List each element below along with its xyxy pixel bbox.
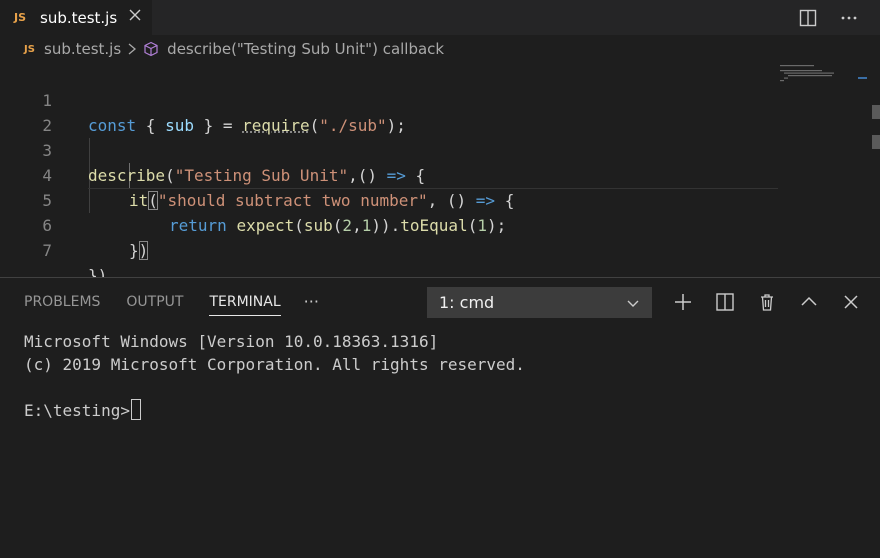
split-editor-icon[interactable] bbox=[798, 8, 818, 28]
javascript-file-icon: JS bbox=[24, 43, 35, 55]
new-terminal-icon[interactable] bbox=[668, 290, 698, 314]
javascript-file-icon: JS bbox=[14, 11, 27, 24]
terminal-line: (c) 2019 Microsoft Corporation. All righ… bbox=[24, 355, 525, 374]
code-line-1: 1 const { sub } = require("./sub"); bbox=[0, 63, 780, 135]
line-number: 7 bbox=[42, 241, 52, 260]
more-actions-icon[interactable] bbox=[839, 8, 859, 28]
breadcrumb-file[interactable]: sub.test.js bbox=[44, 40, 121, 58]
terminal-cursor bbox=[130, 399, 141, 420]
scrollbar-marker bbox=[872, 105, 880, 119]
breadcrumb-symbol[interactable]: describe("Testing Sub Unit") callback bbox=[167, 40, 444, 58]
bottom-panel: PROBLEMS OUTPUT TERMINAL ··· 1: cmd Micr… bbox=[0, 277, 880, 558]
chevron-up-icon[interactable] bbox=[794, 290, 824, 314]
terminal-prompt: E:\testing> bbox=[24, 401, 130, 420]
code-line-7: 7 }) bbox=[0, 213, 780, 285]
chevron-right-icon bbox=[127, 42, 137, 56]
cube-symbol-icon bbox=[143, 41, 159, 57]
minimap[interactable] bbox=[778, 63, 868, 103]
scrollbar-marker bbox=[872, 135, 880, 149]
more-views-icon[interactable]: ··· bbox=[294, 278, 332, 326]
tab-terminal[interactable]: TERMINAL bbox=[196, 278, 293, 326]
code-line-3: 3 describe("Testing Sub Unit",() => { bbox=[0, 113, 780, 185]
tab-label: sub.test.js bbox=[40, 8, 118, 27]
chevron-down-icon bbox=[626, 295, 640, 314]
terminal-line: Microsoft Windows [Version 10.0.18363.13… bbox=[24, 332, 439, 351]
close-icon[interactable] bbox=[126, 8, 144, 26]
code-line-2: 2 bbox=[0, 88, 780, 135]
token-bracket-match: ) bbox=[138, 241, 149, 260]
split-terminal-icon[interactable] bbox=[710, 290, 740, 314]
panel-tabs: PROBLEMS OUTPUT TERMINAL ··· bbox=[0, 278, 332, 326]
close-icon[interactable] bbox=[836, 290, 866, 314]
tab-problems[interactable]: PROBLEMS bbox=[0, 278, 113, 326]
terminal-output[interactable]: Microsoft Windows [Version 10.0.18363.13… bbox=[24, 330, 525, 422]
editor-scrollbar[interactable] bbox=[868, 63, 880, 276]
token: } bbox=[129, 241, 139, 260]
panel-actions bbox=[668, 290, 878, 314]
code-line-4: 4 it("should subtract two number", () =>… bbox=[0, 138, 780, 210]
terminal-select-value: 1: cmd bbox=[439, 293, 495, 312]
breadcrumb: JS sub.test.js describe("Testing Sub Uni… bbox=[0, 35, 880, 63]
code-editor[interactable]: 1 const { sub } = require("./sub"); 2 3 … bbox=[0, 63, 880, 285]
editor-tab-bar: JS sub.test.js bbox=[0, 0, 880, 35]
code-line-6: 6 }) bbox=[0, 188, 780, 260]
tab-output[interactable]: OUTPUT bbox=[113, 278, 196, 326]
terminal-select[interactable]: 1: cmd bbox=[427, 287, 652, 318]
tab-sub-test-js[interactable]: JS sub.test.js bbox=[0, 0, 152, 35]
editor-actions bbox=[798, 0, 880, 35]
trash-icon[interactable] bbox=[752, 290, 782, 314]
code-line-5: 5 return expect(sub(2,1)).toEqual(1); bbox=[0, 163, 780, 235]
terminal-prompt-line: E:\testing> bbox=[24, 399, 525, 422]
